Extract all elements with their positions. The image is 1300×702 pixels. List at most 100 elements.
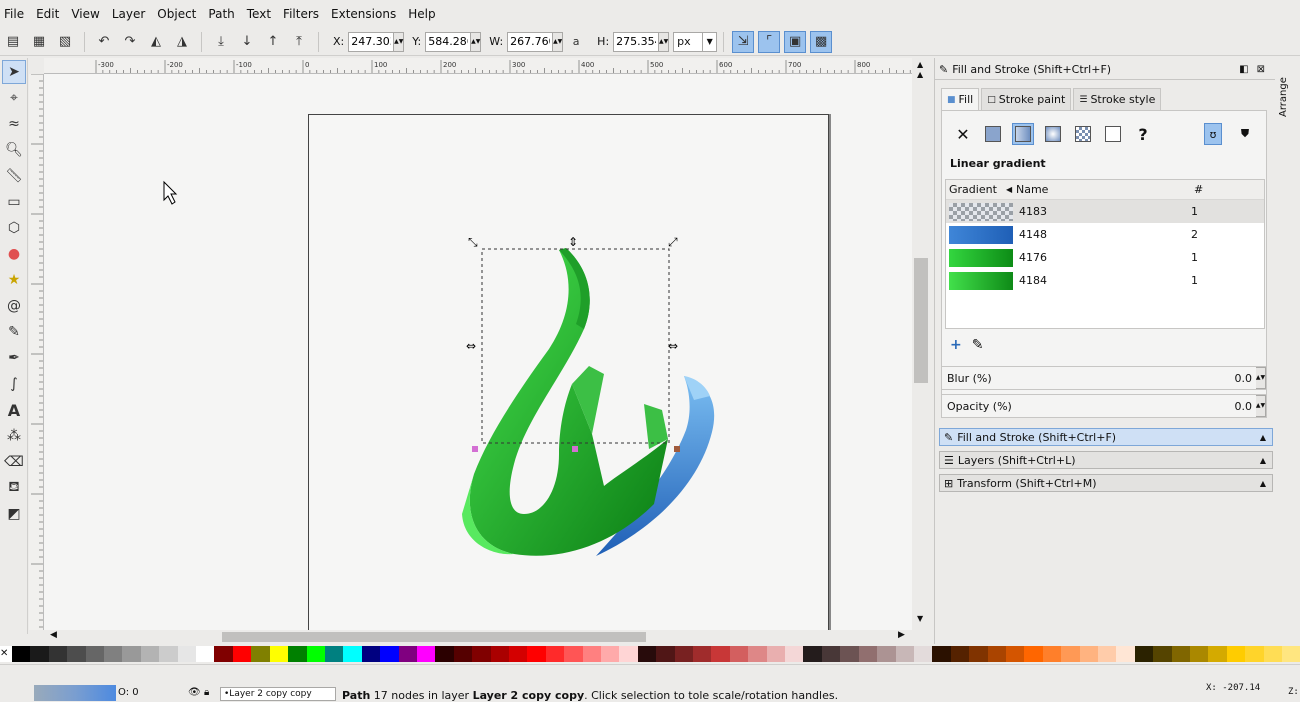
palette-swatch[interactable] [987,646,1006,662]
move-gradients-icon[interactable]: ▣ [784,30,807,53]
blur-spinner[interactable]: ▲▼ [1256,367,1266,389]
x-input[interactable] [348,31,395,52]
palette-swatch[interactable] [693,646,712,662]
palette-swatch[interactable] [619,646,638,662]
palette-swatch[interactable] [1042,646,1062,662]
calligraphy-tool-icon[interactable]: ∫ [2,372,26,396]
resize-handle-w-icon[interactable]: ⇔ [466,339,476,353]
palette-swatch[interactable] [85,646,105,662]
menu-object[interactable]: Object [157,7,196,21]
scale-corners-icon[interactable]: ⌜ [758,30,781,53]
palette-swatch[interactable] [67,646,86,662]
tab-stroke-paint[interactable]: □ Stroke paint [981,88,1072,110]
palette-swatch[interactable] [674,646,694,662]
scroll-up-alt-icon[interactable]: ▲ [917,70,923,79]
scroll-left-icon[interactable]: ◀ [50,630,57,640]
paint-bucket-tool-icon[interactable]: ⛾ [2,476,26,500]
select-all-icon[interactable]: ▤ [2,31,24,53]
tab-stroke-style[interactable]: ☰ Stroke style [1073,88,1162,110]
palette-swatch[interactable] [508,646,528,662]
arrange-side-tab[interactable]: Arrange [1278,62,1298,132]
raise-icon[interactable]: ↑ [262,31,284,53]
eraser-tool-icon[interactable]: ⌫ [2,450,26,474]
node-tool-icon[interactable]: ⌖ [2,86,26,110]
edit-gradient-icon[interactable]: ✎ [972,337,984,353]
spiral-tool-icon[interactable]: @ [2,294,26,318]
flat-color-icon[interactable] [982,123,1004,145]
menu-help[interactable]: Help [408,7,435,21]
gradient-row[interactable]: 4148 2 [946,223,1264,246]
gradient-row[interactable]: 4176 1 [946,246,1264,269]
palette-swatch[interactable] [858,646,878,662]
menu-filters[interactable]: Filters [283,7,319,21]
scroll-down-icon[interactable]: ▼ [917,614,923,623]
no-paint-icon[interactable]: ✕ [952,123,974,145]
lower-to-bottom-icon[interactable]: ⤓ [210,31,232,53]
palette-swatch[interactable] [656,646,675,662]
palette-swatch[interactable] [932,646,951,662]
palette-swatch[interactable] [711,646,730,662]
rectangle-tool-icon[interactable]: ▭ [2,190,26,214]
palette-swatch[interactable] [803,646,822,662]
horizontal-scrollbar[interactable]: ◀ ▶ [44,630,912,644]
menu-path[interactable]: Path [208,7,234,21]
palette-swatch[interactable] [380,646,399,662]
menu-file[interactable]: File [4,7,24,21]
gradient-stop-handle[interactable] [472,446,478,452]
palette-swatch[interactable] [527,646,546,662]
w-input[interactable] [507,31,554,52]
zoom-tool-icon[interactable]: 🔍︎ [2,138,26,162]
palette-swatch[interactable] [435,646,454,662]
palette-swatch[interactable] [913,646,933,662]
swatch-icon[interactable] [1102,123,1124,145]
palette-swatch[interactable] [104,646,123,662]
palette-swatch[interactable] [416,646,436,662]
palette-swatch[interactable] [30,646,49,662]
palette-swatch[interactable] [840,646,859,662]
unit-select[interactable]: px ▼ [673,31,718,52]
palette-swatch[interactable] [1097,646,1117,662]
move-patterns-icon[interactable]: ▩ [810,30,833,53]
add-gradient-icon[interactable]: + [950,337,962,353]
palette-swatch[interactable] [821,646,841,662]
vertical-scroll-thumb[interactable] [914,258,928,383]
gradient-stop-handle-mid[interactable] [572,446,578,452]
horizontal-scroll-thumb[interactable] [222,632,646,642]
col-gradient[interactable]: Gradient [946,183,1006,196]
pencil-tool-icon[interactable]: ✎ [2,320,26,344]
palette-swatch[interactable] [361,646,381,662]
lock-icon[interactable]: 🔒︎ [204,687,209,698]
menu-layer[interactable]: Layer [112,7,145,21]
scroll-right-icon[interactable]: ▶ [898,630,905,640]
palette-swatch[interactable] [1263,646,1283,662]
palette-swatch[interactable] [877,646,896,662]
resize-handle-n-icon[interactable]: ⇕ [568,235,578,249]
flip-vertical-icon[interactable]: ◮ [171,31,193,53]
palette-swatch[interactable] [785,646,804,662]
deselect-icon[interactable]: ▧ [54,31,76,53]
palette-swatch[interactable] [288,646,307,662]
3d-box-tool-icon[interactable]: ⬡ [2,216,26,240]
resize-handle-nw-icon[interactable]: ⤡ [468,235,478,249]
gradient-row[interactable]: 4184 1 [946,269,1264,292]
no-color-swatch[interactable]: ✕ [0,646,12,662]
palette-swatch[interactable] [1282,646,1300,662]
palette-swatch[interactable] [232,646,252,662]
palette-swatch[interactable] [12,646,31,662]
tweak-tool-icon[interactable]: ≈ [2,112,26,136]
palette-swatch[interactable] [1208,646,1227,662]
palette-swatch[interactable] [1061,646,1080,662]
palette-swatch[interactable] [1171,646,1190,662]
select-all-layers-icon[interactable]: ▦ [28,31,50,53]
resize-handle-ne-icon[interactable]: ⤢ [667,235,678,249]
dock-panel-fill-stroke[interactable]: ✎ Fill and Stroke (Shift+Ctrl+F) ▲ [939,428,1273,446]
palette-swatch[interactable] [969,646,988,662]
gradient-row[interactable]: 4183 1 [946,200,1264,223]
lower-icon[interactable]: ↓ [236,31,258,53]
palette-swatch[interactable] [177,646,197,662]
palette-swatch[interactable] [398,646,417,662]
col-count[interactable]: # [1194,183,1203,196]
close-icon[interactable]: ⊠ [1257,64,1265,75]
opacity-value[interactable]: 0 [132,687,138,698]
spray-tool-icon[interactable]: ⁂ [2,424,26,448]
